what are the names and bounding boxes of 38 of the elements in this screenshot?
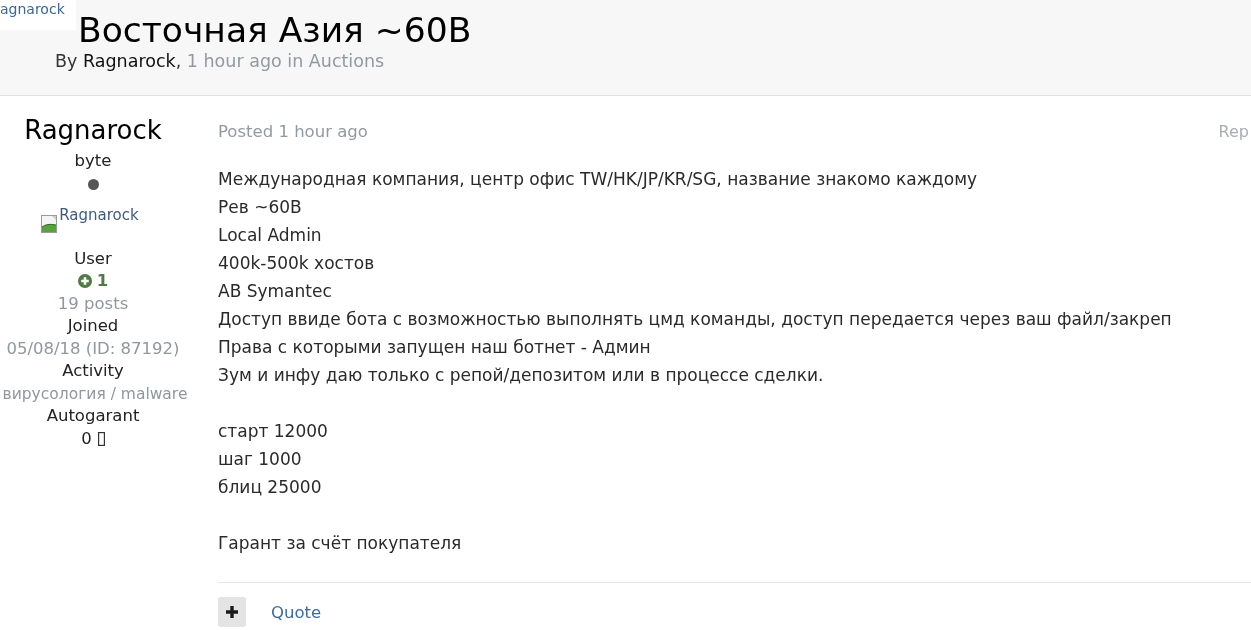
field-label: Joined — [66, 315, 120, 337]
author-link[interactable]: Ragnarock — [82, 51, 176, 71]
post-text-line: старт 12000 — [218, 420, 329, 443]
add-button[interactable] — [218, 597, 246, 627]
plus-circle-icon — [77, 274, 92, 289]
field-label: Activity — [61, 360, 125, 382]
field-value: 0 — [81, 427, 92, 450]
post-text-line: Зум и инфу даю только с репой/депозитом или в процессе сделки. — [218, 364, 825, 387]
post-count: 19 posts — [56, 292, 130, 315]
topic-title: Восточная Азия ~60B — [78, 10, 472, 50]
field-value: 05/08/18 (ID: 87192) — [5, 337, 181, 360]
broken-image-icon — [41, 214, 58, 233]
post-text-line: Local Admin — [218, 224, 323, 247]
missing-glyph-icon — [97, 431, 105, 446]
post-text-line: AB Symantec — [218, 280, 333, 303]
post-text-line: Рев ~60B — [218, 196, 303, 219]
post-text-line: блиц 25000 — [218, 476, 323, 499]
post-text-line: Международная компания, центр офис TW/HK/JP/KR/SG, название знакомо каждому — [218, 168, 979, 191]
post-text-line: шаг 1000 — [218, 448, 303, 471]
avatar-alt-text: Ragnarock — [59, 206, 139, 223]
post-date: Posted 1 hour ago — [218, 121, 368, 143]
separator-text: , — [175, 51, 182, 71]
topic-time: 1 hour ago — [186, 51, 282, 71]
author-name[interactable]: Ragnarock — [24, 114, 162, 146]
reputation-count: 1 — [96, 270, 109, 292]
post-text-line: Гарант за счёт покупателя — [218, 532, 463, 555]
post-text-line: 400k-500k хостов — [218, 252, 376, 275]
post-text-line: Права с которыми запущен наш ботнет - Админ — [218, 336, 652, 359]
rank-title: byte — [73, 150, 113, 172]
quote-link[interactable]: Quote — [271, 602, 322, 622]
plus-icon — [226, 606, 238, 618]
avatar-alt-text: agnarock — [0, 0, 76, 30]
field-value: вирусология / malware — [1, 383, 189, 405]
field-label: Autogarant — [45, 405, 141, 427]
byline-prefix: By — [55, 51, 78, 71]
post-text-line: Доступ ввиде бота с возможностью выполнять цмд команды, доступ передается через ваш файл/закреп — [218, 308, 1173, 331]
forum-prefix: in — [287, 51, 304, 71]
member-group: User — [0, 247, 186, 270]
